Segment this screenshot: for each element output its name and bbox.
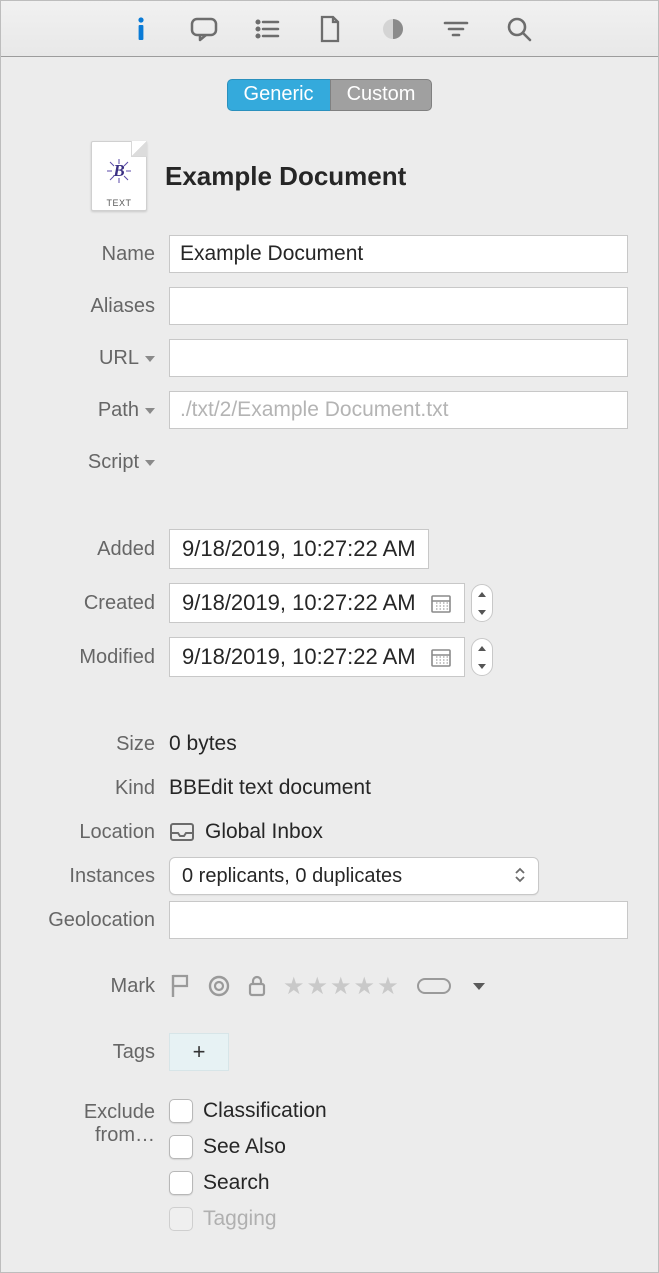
label-modified: Modified (31, 646, 169, 669)
segmented-control: Generic Custom (31, 79, 628, 111)
chevron-down-icon[interactable] (473, 983, 485, 990)
document-header: B TEXT Example Document (91, 141, 628, 211)
instances-dropdown[interactable]: 0 replicants, 0 duplicates (169, 857, 539, 895)
label-added: Added (31, 538, 169, 561)
aliases-input[interactable] (169, 287, 628, 325)
label-pill-icon[interactable] (417, 978, 451, 994)
label-url[interactable]: URL (31, 347, 169, 370)
exclude-tagging-label: Tagging (203, 1207, 277, 1231)
flag-icon[interactable] (169, 973, 191, 999)
exclude-search-label: Search (203, 1171, 270, 1195)
tab-concordance-icon[interactable] (378, 14, 408, 44)
tab-contents-icon[interactable] (252, 14, 282, 44)
row-created: Created 9/18/2019, 10:27:22 AM (31, 583, 628, 623)
label-tags: Tags (31, 1041, 169, 1064)
document-icon-caption: TEXT (91, 198, 147, 208)
geolocation-input[interactable] (169, 901, 628, 939)
added-value: 9/18/2019, 10:27:22 AM (169, 529, 429, 569)
row-size: Size 0 bytes (31, 725, 628, 763)
exclude-see-also-checkbox[interactable] (169, 1135, 193, 1159)
exclude-tagging-checkbox (169, 1207, 193, 1231)
label-size: Size (31, 733, 169, 756)
label-kind: Kind (31, 777, 169, 800)
document-title: Example Document (165, 161, 406, 192)
chevron-down-icon (145, 460, 155, 466)
location-value: Global Inbox (205, 820, 323, 844)
tab-document-icon[interactable] (315, 14, 345, 44)
document-icon-badge: B (105, 157, 133, 185)
lock-icon[interactable] (247, 974, 267, 998)
row-tags: Tags + (31, 1033, 628, 1071)
label-path[interactable]: Path (31, 399, 169, 422)
modified-stepper[interactable] (471, 638, 493, 676)
label-created: Created (31, 592, 169, 615)
url-input[interactable] (169, 339, 628, 377)
exclude-search-checkbox[interactable] (169, 1171, 193, 1195)
row-geolocation: Geolocation (31, 901, 628, 939)
modified-field[interactable]: 9/18/2019, 10:27:22 AM (169, 637, 465, 677)
chevron-down-icon (145, 356, 155, 362)
label-script[interactable]: Script (31, 451, 169, 474)
inbox-icon (169, 821, 195, 843)
calendar-icon[interactable] (430, 592, 452, 614)
row-location: Location Global Inbox (31, 813, 628, 851)
tab-info-icon[interactable] (126, 14, 156, 44)
row-script: Script (31, 443, 628, 481)
label-geolocation: Geolocation (31, 909, 169, 932)
label-instances: Instances (31, 865, 169, 888)
label-location: Location (31, 821, 169, 844)
row-path: Path (31, 391, 628, 429)
row-kind: Kind BBEdit text document (31, 769, 628, 807)
created-stepper[interactable] (471, 584, 493, 622)
label-name: Name (31, 243, 169, 266)
tab-annotation-icon[interactable] (189, 14, 219, 44)
tab-search-icon[interactable] (504, 14, 534, 44)
exclude-see-also-label: See Also (203, 1135, 286, 1159)
exclude-classification-label: Classification (203, 1099, 327, 1123)
segment-custom[interactable]: Custom (330, 79, 433, 111)
label-mark: Mark (31, 975, 169, 998)
row-name: Name (31, 235, 628, 273)
tab-related-icon[interactable] (441, 14, 471, 44)
calendar-icon[interactable] (430, 646, 452, 668)
row-url: URL (31, 339, 628, 377)
size-value: 0 bytes (169, 732, 237, 756)
label-exclude: Exclude from… (31, 1099, 169, 1147)
row-aliases: Aliases (31, 287, 628, 325)
exclude-classification-checkbox[interactable] (169, 1099, 193, 1123)
row-added: Added 9/18/2019, 10:27:22 AM (31, 529, 628, 569)
row-exclude: Exclude from… Classification See Also Se… (31, 1099, 628, 1243)
name-input[interactable] (169, 235, 628, 273)
document-type-icon: B TEXT (91, 141, 147, 211)
inspector-content: Generic Custom B TEXT Example Document N… (1, 57, 658, 1272)
circle-icon[interactable] (207, 974, 231, 998)
segment-generic[interactable]: Generic (227, 79, 330, 111)
row-mark: Mark ★★★★★ (31, 967, 628, 1005)
rating-stars[interactable]: ★★★★★ (283, 972, 401, 1001)
created-field[interactable]: 9/18/2019, 10:27:22 AM (169, 583, 465, 623)
add-tag-button[interactable]: + (169, 1033, 229, 1071)
kind-value: BBEdit text document (169, 776, 371, 800)
path-input[interactable] (169, 391, 628, 429)
row-modified: Modified 9/18/2019, 10:27:22 AM (31, 637, 628, 677)
chevron-up-down-icon (514, 867, 526, 886)
chevron-down-icon (145, 408, 155, 414)
label-aliases: Aliases (31, 295, 169, 318)
row-instances: Instances 0 replicants, 0 duplicates (31, 857, 628, 895)
inspector-toolbar (1, 1, 658, 57)
